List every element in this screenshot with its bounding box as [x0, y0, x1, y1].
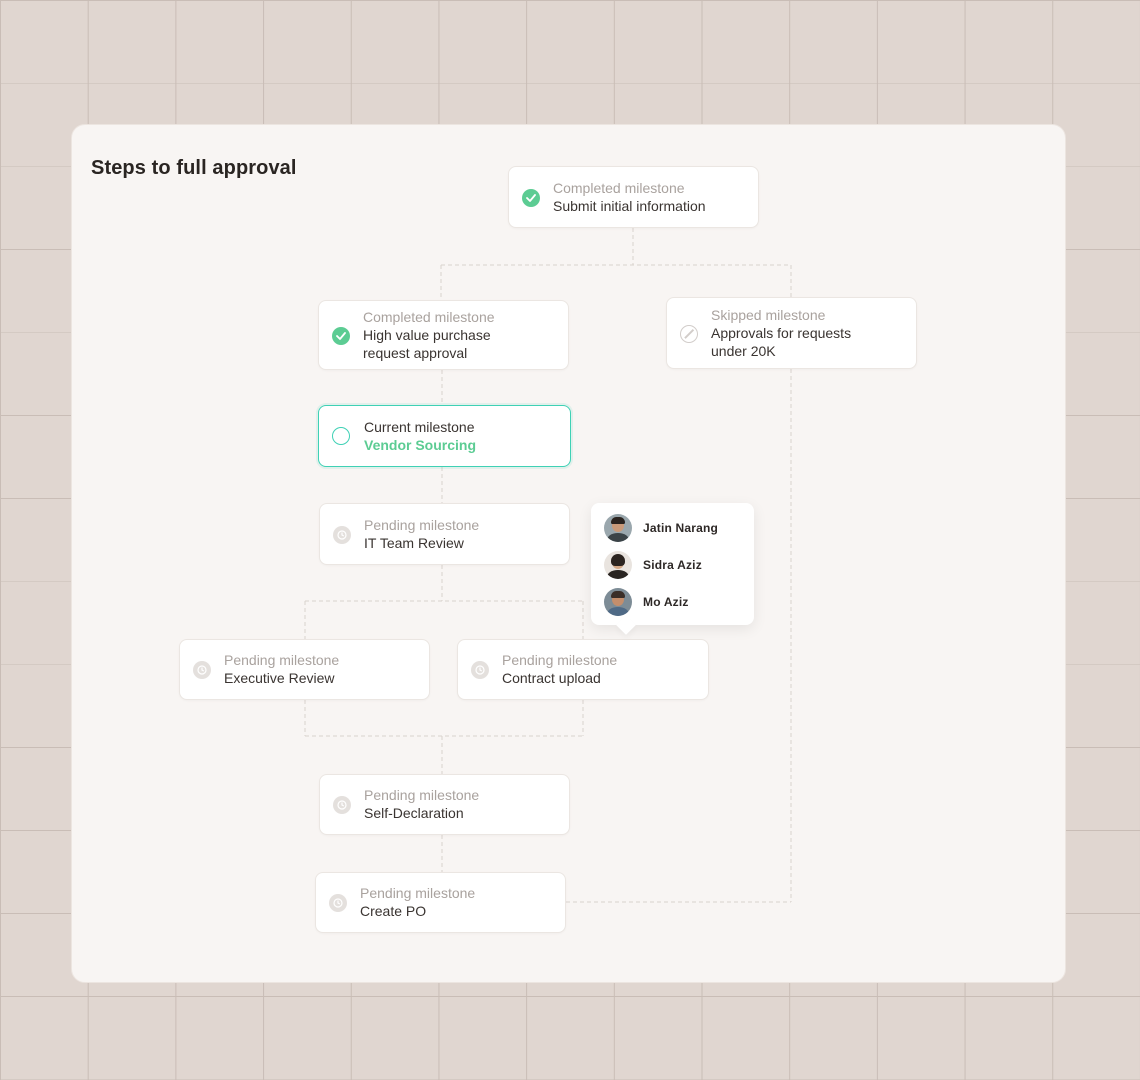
assignee-name: Sidra Aziz: [643, 558, 702, 572]
page-title: Steps to full approval: [91, 157, 297, 179]
milestone-create-po[interactable]: Pending milestone Create PO: [315, 872, 566, 933]
milestone-status-label: Completed milestone: [553, 180, 685, 196]
milestone-name: Executive Review: [224, 670, 335, 686]
milestone-submit-initial-information[interactable]: Completed milestone Submit initial infor…: [508, 166, 759, 228]
milestone-approvals-under-20k[interactable]: Skipped milestone Approvals for requests…: [666, 297, 917, 369]
milestone-status-label: Pending milestone: [224, 652, 340, 668]
assignees-popover: Jatin Narang Sidra Aziz Mo Aziz: [591, 503, 754, 625]
milestone-name-line1: Approvals for requests: [711, 325, 852, 341]
milestone-name-line2: request approval: [363, 345, 468, 361]
avatar: [604, 588, 632, 616]
milestone-executive-review[interactable]: Pending milestone Executive Review: [179, 639, 430, 700]
milestone-status-label: Pending milestone: [360, 885, 476, 901]
milestone-high-value-purchase[interactable]: Completed milestone High value purchase …: [318, 300, 569, 370]
check-circle-icon: [332, 327, 350, 345]
milestone-contract-upload[interactable]: Pending milestone Contract upload: [457, 639, 709, 700]
assignee-item[interactable]: Sidra Aziz: [604, 551, 702, 579]
milestone-status-label: Pending milestone: [364, 787, 480, 803]
clock-icon: [333, 796, 351, 814]
clock-icon: [333, 526, 351, 544]
slash-circle-icon: [680, 325, 698, 343]
milestone-self-declaration[interactable]: Pending milestone Self-Declaration: [319, 774, 570, 835]
milestone-name-line2: under 20K: [711, 343, 776, 359]
check-circle-icon: [522, 189, 540, 207]
milestone-name: Submit initial information: [553, 198, 706, 214]
avatar: [604, 551, 632, 579]
clock-icon: [471, 661, 489, 679]
milestone-name: Self-Declaration: [364, 805, 464, 821]
clock-icon: [329, 894, 347, 912]
milestone-status-label: Current milestone: [364, 419, 475, 435]
assignee-item[interactable]: Mo Aziz: [604, 588, 689, 616]
assignee-name: Mo Aziz: [643, 595, 689, 609]
milestone-it-team-review[interactable]: Pending milestone IT Team Review: [319, 503, 570, 565]
milestone-name: IT Team Review: [364, 535, 464, 551]
milestone-name-line1: High value purchase: [363, 327, 491, 343]
milestone-status-label: Pending milestone: [364, 517, 480, 533]
milestone-status-label: Completed milestone: [363, 309, 495, 325]
assignee-item[interactable]: Jatin Narang: [604, 514, 718, 542]
milestone-name: Create PO: [360, 903, 427, 919]
empty-circle-icon: [332, 427, 350, 445]
milestone-status-label: Skipped milestone: [711, 307, 826, 323]
avatar: [604, 514, 632, 542]
milestone-name: Vendor Sourcing: [364, 437, 477, 453]
milestone-status-label: Pending milestone: [502, 652, 618, 668]
assignee-name: Jatin Narang: [643, 521, 719, 535]
milestone-name: Contract upload: [502, 670, 601, 686]
milestone-vendor-sourcing[interactable]: Current milestone Vendor Sourcing: [318, 405, 571, 467]
clock-icon: [193, 661, 211, 679]
